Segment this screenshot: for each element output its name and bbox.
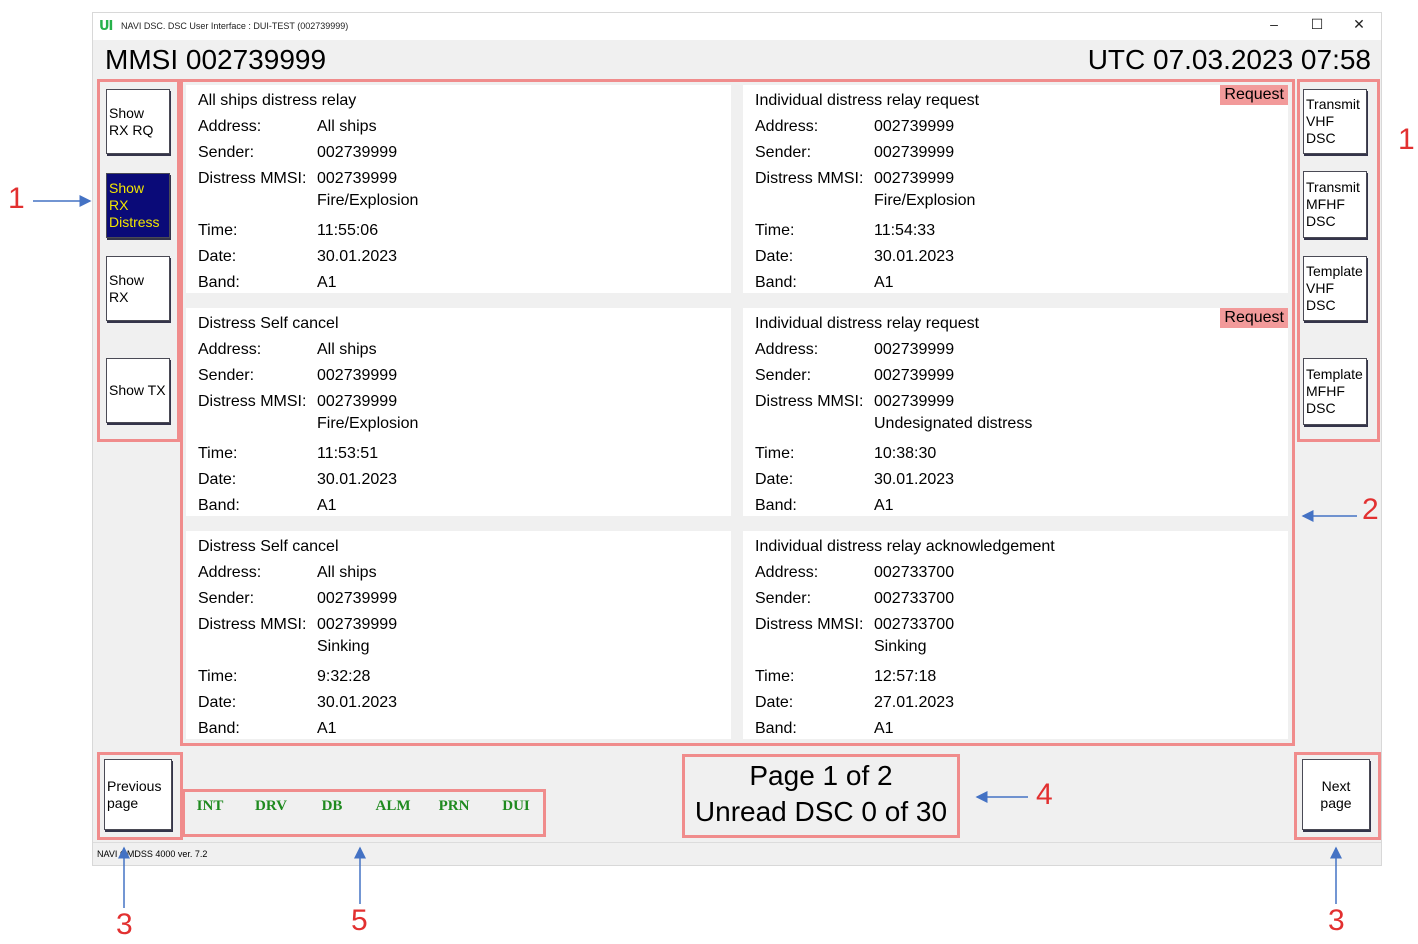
annotation-arrows: [33, 195, 1357, 908]
